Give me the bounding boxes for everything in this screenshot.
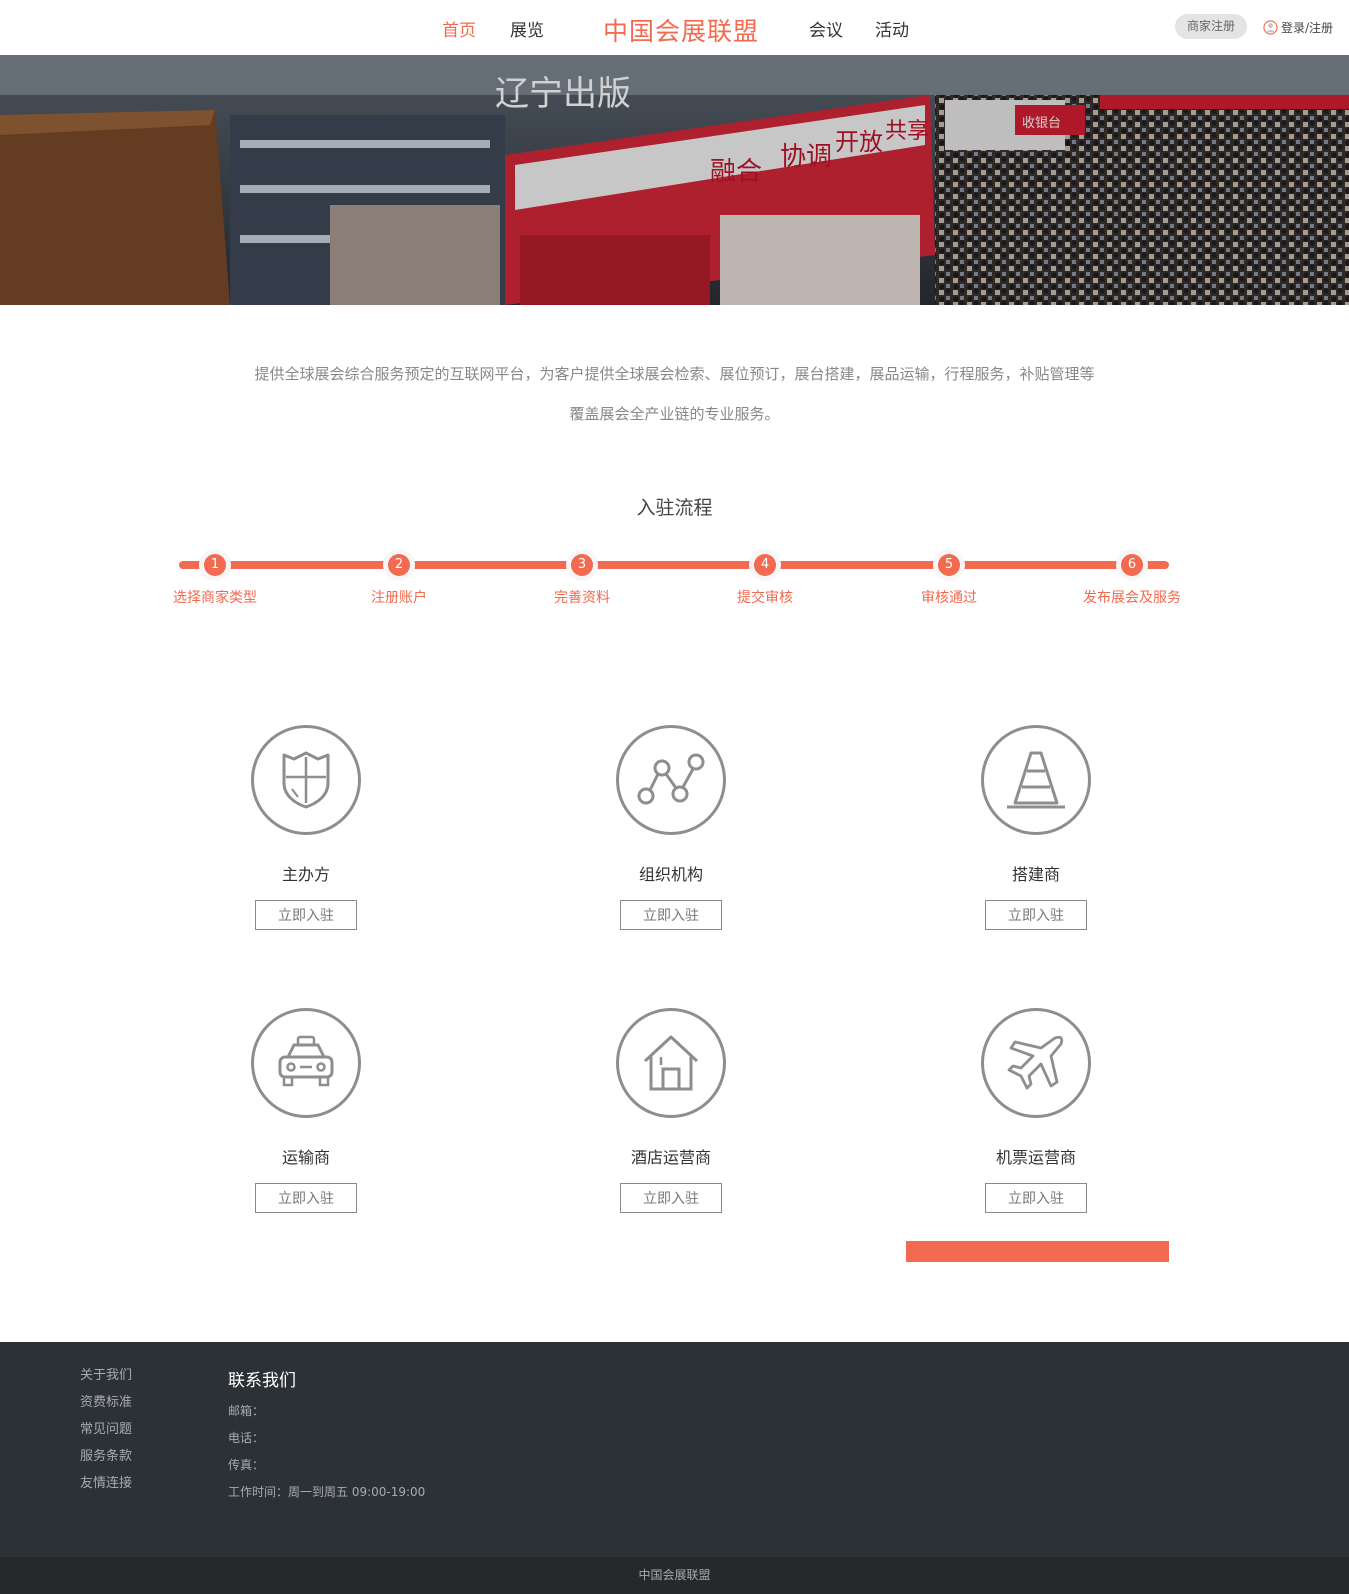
card-title: 机票运营商 (995, 1148, 1076, 1167)
process-title: 入驻流程 (636, 497, 713, 519)
copyright: 中国会展联盟 (0, 1557, 1349, 1594)
card-transporter: 运输商 立即入驻 (206, 1008, 406, 1213)
card-icon-circle (616, 725, 726, 835)
step-number-badge: 4 (749, 549, 781, 581)
nav-home[interactable]: 首页 (442, 16, 476, 41)
step-number-badge: 6 (1116, 549, 1148, 581)
card-organizer: 主办方 立即入驻 (206, 725, 406, 930)
footer-links: 关于我们 资费标准 常见问题 服务条款 友情连接 (80, 1367, 132, 1502)
intro-line-2: 覆盖展会全产业链的专业服务。 (569, 405, 780, 423)
nav-exhibitions[interactable]: 展览 (510, 16, 544, 41)
login-register-link[interactable]: 登录/注册 (1263, 19, 1333, 36)
card-icon-circle (981, 725, 1091, 835)
join-now-button[interactable]: 立即入驻 (620, 900, 722, 930)
card-hotel-operator: 酒店运营商 立即入驻 (571, 1008, 771, 1213)
step-number-badge: 2 (383, 549, 415, 581)
hero-banner-image: 辽宁出版 融合 协调 开放 共享 收银台 (0, 55, 1349, 305)
contact-hours: 工作时间：周一到周五 09:00-19:00 (228, 1485, 426, 1499)
process-step-6: 6 发布展会及服务 (1052, 549, 1212, 607)
step-label: 选择商家类型 (173, 590, 257, 606)
card-title: 主办方 (281, 865, 330, 884)
login-label: 登录/注册 (1281, 21, 1334, 35)
top-navbar: 首页 展览 中国会展联盟 会议 活动 商家注册 登录/注册 (0, 0, 1349, 55)
card-icon-circle (251, 1008, 361, 1118)
join-now-button[interactable]: 立即入驻 (255, 900, 357, 930)
contact-title: 联系我们 (228, 1371, 296, 1391)
card-title: 酒店运营商 (630, 1148, 711, 1167)
contact-info: 联系我们 邮箱： 电话： 传真： 工作时间：周一到周五 09:00-19:00 (228, 1366, 425, 1510)
user-icon (1263, 20, 1278, 35)
footer-link-friends[interactable]: 友情连接 (80, 1475, 132, 1502)
step-label: 提交审核 (737, 590, 793, 606)
step-label: 审核通过 (921, 590, 977, 606)
join-now-button[interactable]: 立即入驻 (985, 900, 1087, 930)
network-icon (637, 753, 705, 805)
accent-bar (906, 1241, 1169, 1262)
card-builder: 搭建商 立即入驻 (936, 725, 1136, 930)
contact-fax: 传真： (228, 1458, 265, 1472)
step-number-badge: 5 (933, 549, 965, 581)
taxi-icon (278, 1035, 334, 1087)
card-title: 运输商 (281, 1148, 330, 1167)
nav-conferences[interactable]: 会议 (809, 16, 843, 41)
footer: 关于我们 资费标准 常见问题 服务条款 友情连接 联系我们 邮箱： 电话： 传真… (0, 1342, 1349, 1557)
card-organization: 组织机构 立即入驻 (571, 725, 771, 930)
process-step-1: 1 选择商家类型 (135, 549, 295, 607)
step-label: 发布展会及服务 (1083, 590, 1181, 606)
card-icon-circle (981, 1008, 1091, 1118)
footer-link-terms[interactable]: 服务条款 (80, 1448, 132, 1475)
join-now-button[interactable]: 立即入驻 (985, 1183, 1087, 1213)
footer-link-faq[interactable]: 常见问题 (80, 1421, 132, 1448)
brand-logo-text[interactable]: 中国会展联盟 (603, 12, 759, 48)
process-step-3: 3 完善资料 (502, 549, 662, 607)
platform-intro: 提供全球展会综合服务预定的互联网平台，为客户提供全球展会检索、展位预订，展台搭建… (0, 360, 1349, 440)
step-number-badge: 3 (566, 549, 598, 581)
process-step-4: 4 提交审核 (685, 549, 845, 607)
card-title: 搭建商 (1011, 865, 1060, 884)
traffic-cone-icon (1007, 751, 1065, 809)
card-flight-operator: 机票运营商 立即入驻 (936, 1008, 1136, 1213)
footer-link-pricing[interactable]: 资费标准 (80, 1394, 132, 1421)
card-icon-circle (616, 1008, 726, 1118)
step-label: 完善资料 (554, 590, 610, 606)
contact-email: 邮箱： (228, 1404, 265, 1418)
nav-activities[interactable]: 活动 (875, 16, 909, 41)
process-step-5: 5 审核通过 (869, 549, 1029, 607)
card-icon-circle (251, 725, 361, 835)
step-label: 注册账户 (371, 590, 427, 606)
step-number-badge: 1 (199, 549, 231, 581)
contact-phone: 电话： (228, 1431, 265, 1445)
join-now-button[interactable]: 立即入驻 (255, 1183, 357, 1213)
card-title: 组织机构 (638, 865, 703, 884)
intro-line-1: 提供全球展会综合服务预定的互联网平台，为客户提供全球展会检索、展位预订，展台搭建… (254, 365, 1095, 383)
footer-link-about[interactable]: 关于我们 (80, 1367, 132, 1394)
merchant-register-button[interactable]: 商家注册 (1175, 14, 1247, 39)
process-step-2: 2 注册账户 (319, 549, 479, 607)
join-now-button[interactable]: 立即入驻 (620, 1183, 722, 1213)
airplane-icon (1007, 1035, 1064, 1090)
house-icon (643, 1035, 699, 1091)
shield-icon (282, 751, 330, 809)
